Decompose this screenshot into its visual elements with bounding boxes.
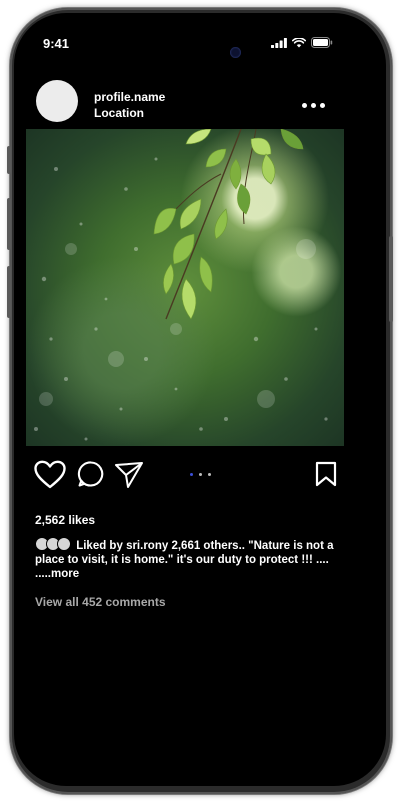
more-dot	[301, 102, 307, 108]
view-comments-link[interactable]: View all 452 comments	[35, 595, 166, 609]
avatar[interactable]	[36, 80, 78, 122]
carousel-indicator	[190, 473, 211, 476]
status-icons	[271, 37, 333, 48]
carousel-dot	[199, 473, 202, 476]
post-image[interactable]	[26, 129, 344, 446]
more-options-button[interactable]	[294, 98, 332, 112]
volume-down-button	[7, 266, 11, 318]
front-camera	[230, 47, 241, 58]
more-dot	[310, 102, 316, 108]
wifi-icon	[292, 37, 306, 47]
battery-icon	[311, 37, 333, 48]
leaves-illustration	[34, 129, 328, 441]
bookmark-icon[interactable]	[315, 461, 337, 487]
dynamic-island	[164, 35, 266, 71]
volume-up-button	[7, 198, 11, 250]
more-dot	[319, 102, 325, 108]
screen: 9:41 profile.name Location 2,562 likes L…	[14, 13, 386, 786]
liked-by-user[interactable]: sri.rony	[126, 540, 168, 552]
liked-by-avatars	[35, 537, 73, 551]
carousel-dot	[208, 473, 211, 476]
liked-by-label: Liked by	[76, 540, 123, 552]
share-send-icon[interactable]	[114, 461, 144, 489]
action-button	[7, 146, 11, 174]
status-time: 9:41	[43, 36, 70, 51]
power-button	[389, 236, 393, 322]
profile-name[interactable]: profile.name	[94, 90, 165, 104]
likes-count[interactable]: 2,562 likes	[35, 513, 95, 527]
mini-avatar	[57, 537, 71, 551]
signal-icon	[271, 37, 287, 48]
like-heart-icon[interactable]	[34, 460, 66, 490]
liked-by-others[interactable]: 2,661 others..	[171, 540, 245, 552]
profile-location[interactable]: Location	[94, 106, 144, 120]
comment-icon[interactable]	[77, 460, 105, 488]
carousel-dot	[190, 473, 193, 476]
post-actions	[34, 460, 354, 490]
post-caption: Liked by sri.rony 2,661 others.. "Nature…	[35, 537, 341, 581]
